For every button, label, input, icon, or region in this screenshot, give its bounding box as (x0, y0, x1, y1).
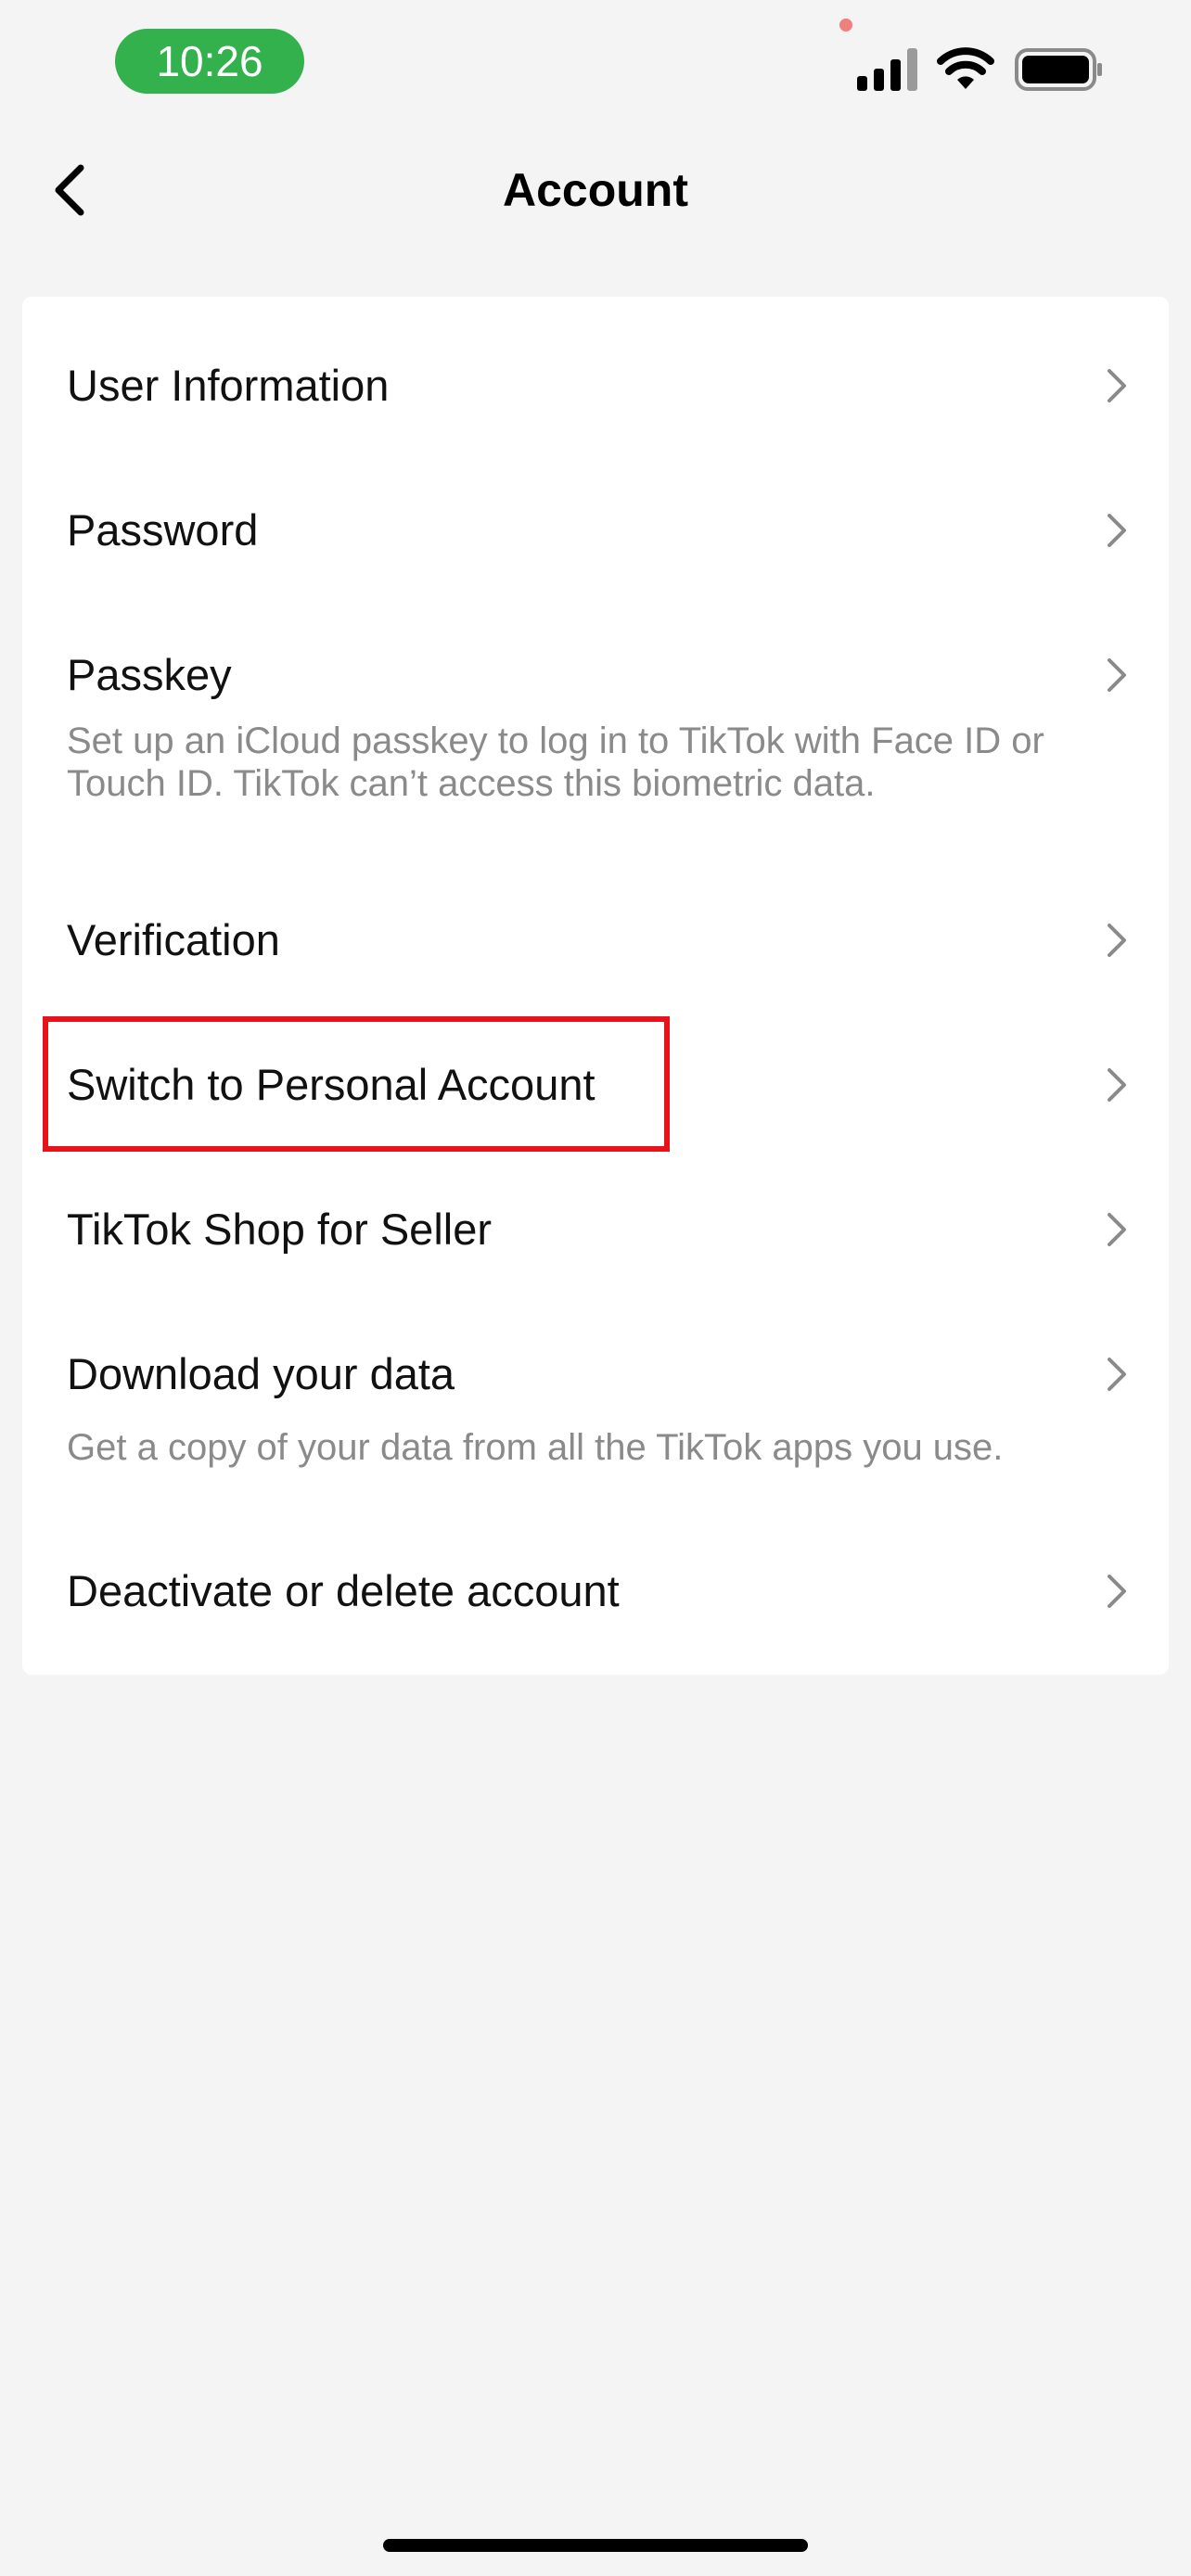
battery-icon (1015, 48, 1102, 91)
privacy-indicator-dot (839, 19, 852, 32)
menu-item-label: Verification (67, 915, 280, 964)
chevron-right-icon (1108, 924, 1126, 957)
menu-item-download-your-data[interactable]: Download your data Get a copy of your da… (22, 1283, 1169, 1500)
nav-header: Account (0, 139, 1191, 241)
menu-item-user-information[interactable]: User Information (22, 297, 1169, 441)
menu-item-deactivate-or-delete-account[interactable]: Deactivate or delete account (22, 1500, 1169, 1675)
menu-item-label: Passkey (67, 650, 232, 699)
menu-item-label: Download your data (67, 1349, 455, 1398)
wifi-icon (937, 47, 994, 89)
menu-item-description: Set up an iCloud passkey to log in to Ti… (67, 721, 1044, 804)
menu-item-description: Get a copy of your data from all the Tik… (67, 1427, 1004, 1468)
home-indicator[interactable] (383, 2539, 808, 2552)
menu-item-password[interactable]: Password (22, 441, 1169, 586)
chevron-right-icon (1108, 658, 1126, 692)
menu-item-label: Password (67, 505, 259, 555)
back-button[interactable] (37, 158, 102, 223)
menu-item-label: User Information (67, 361, 390, 410)
chevron-right-icon (1108, 1358, 1126, 1391)
chevron-right-icon (1108, 369, 1126, 402)
signal-icon (857, 48, 917, 91)
menu-item-verification[interactable]: Verification (22, 849, 1169, 994)
menu-item-passkey[interactable]: Passkey Set up an iCloud passkey to log … (22, 586, 1169, 849)
chevron-right-icon (1108, 1575, 1126, 1608)
chevron-right-icon (1108, 1068, 1126, 1102)
status-time: 10:26 (115, 29, 304, 94)
chevron-left-icon (55, 164, 84, 216)
status-bar: 10:26 (0, 0, 1191, 130)
menu-item-label: Deactivate or delete account (67, 1566, 620, 1615)
page-title: Account (503, 164, 688, 216)
chevron-right-icon (1108, 514, 1126, 547)
menu-item-label: TikTok Shop for Seller (67, 1205, 492, 1254)
chevron-right-icon (1108, 1213, 1126, 1246)
account-settings-list: User Information Password Passkey Set up… (22, 297, 1169, 1675)
highlight-annotation (43, 1016, 670, 1152)
menu-item-tiktok-shop-for-seller[interactable]: TikTok Shop for Seller (22, 1139, 1169, 1283)
